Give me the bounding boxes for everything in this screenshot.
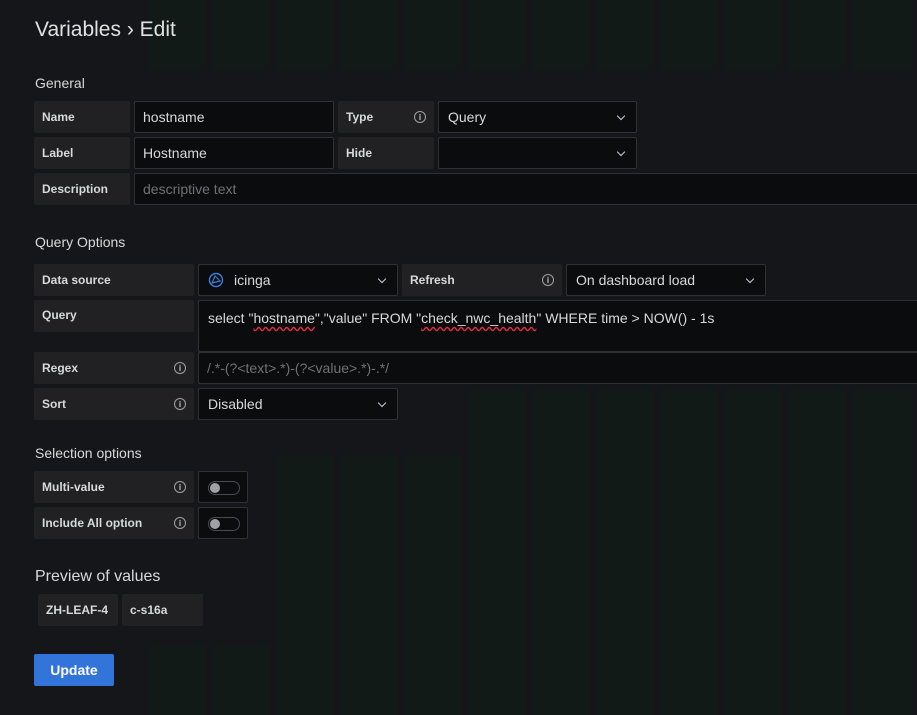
sort-label-text: Sort	[42, 397, 66, 411]
label-label: Label	[34, 137, 130, 169]
include-all-label: Include All option i	[34, 507, 194, 539]
info-icon: i	[174, 398, 186, 410]
chevron-down-icon	[377, 398, 387, 408]
chevron-down-icon	[377, 274, 387, 284]
info-icon: i	[174, 481, 186, 493]
regex-label-text: Regex	[42, 361, 79, 375]
datasource-icon	[208, 272, 224, 288]
name-input[interactable]: hostname	[134, 101, 334, 133]
description-input[interactable]: descriptive text	[134, 173, 917, 205]
label-input[interactable]: Hostname	[134, 137, 334, 169]
sort-select-value: Disabled	[208, 396, 263, 412]
section-selection-options-heading: Selection options	[35, 445, 142, 461]
refresh-select[interactable]: On dashboard load	[566, 264, 766, 296]
include-all-label-text: Include All option	[42, 516, 143, 530]
sort-select[interactable]: Disabled	[198, 388, 398, 420]
query-text-part: select "	[208, 310, 254, 326]
datasource-select-value: icinga	[234, 272, 271, 288]
query-label: Query	[34, 300, 194, 332]
preview-value-chip: ZH-LEAF-4	[38, 594, 118, 626]
info-icon: i	[174, 517, 186, 529]
datasource-select[interactable]: icinga	[198, 264, 398, 296]
refresh-label-text: Refresh	[410, 273, 455, 287]
type-label-text: Type	[346, 110, 374, 124]
info-icon: i	[174, 362, 186, 374]
refresh-label: Refresh i	[402, 264, 562, 296]
section-query-options-heading: Query Options	[35, 234, 126, 250]
section-preview-heading: Preview of values	[35, 568, 161, 585]
update-button[interactable]: Update	[34, 654, 114, 686]
sort-label: Sort i	[34, 388, 194, 420]
type-select-value: Query	[448, 109, 487, 125]
query-label-text: Query	[42, 308, 77, 322]
datasource-label-text: Data source	[42, 273, 111, 287]
toggle-knob	[210, 519, 220, 529]
chevron-down-icon	[745, 274, 755, 284]
variable-editor: Variables › Edit General Name hostname T…	[0, 0, 917, 715]
info-icon: i	[414, 111, 426, 123]
hide-label: Hide	[338, 137, 434, 169]
name-label: Name	[34, 101, 130, 133]
datasource-label: Data source	[34, 264, 194, 296]
hide-label-text: Hide	[346, 146, 373, 160]
regex-input[interactable]: /.*-(?<text>.*)-(?<value>.*)-.*/	[198, 352, 917, 384]
query-text-part: " WHERE time > NOW() - 1s	[536, 310, 715, 326]
description-label: Description	[34, 173, 130, 205]
multi-value-label: Multi-value i	[34, 471, 194, 503]
page-title: Variables › Edit	[35, 18, 176, 41]
query-text-part: ","value" FROM "	[314, 310, 422, 326]
description-label-text: Description	[42, 182, 109, 196]
multi-value-label-text: Multi-value	[42, 480, 105, 494]
hide-select[interactable]	[438, 137, 637, 169]
include-all-switch-container	[198, 507, 248, 539]
type-select[interactable]: Query	[438, 101, 637, 133]
preview-value-chip: c-s16a	[122, 594, 203, 626]
name-label-text: Name	[42, 110, 75, 124]
refresh-select-value: On dashboard load	[576, 272, 696, 288]
multi-value-toggle[interactable]	[208, 481, 240, 495]
type-label: Type i	[338, 101, 434, 133]
chevron-down-icon	[616, 147, 626, 157]
query-text-part: hostname	[253, 310, 315, 326]
chevron-down-icon	[616, 111, 626, 121]
regex-label: Regex i	[34, 352, 194, 384]
label-label-text: Label	[42, 146, 74, 160]
toggle-knob	[210, 483, 220, 493]
query-text-part: check_nwc_health	[421, 310, 537, 326]
multi-value-switch-container	[198, 471, 248, 503]
info-icon: i	[542, 274, 554, 286]
section-general-heading: General	[35, 75, 85, 91]
include-all-toggle[interactable]	[208, 517, 240, 531]
query-input[interactable]: select "hostname","value" FROM "check_nw…	[198, 300, 917, 352]
